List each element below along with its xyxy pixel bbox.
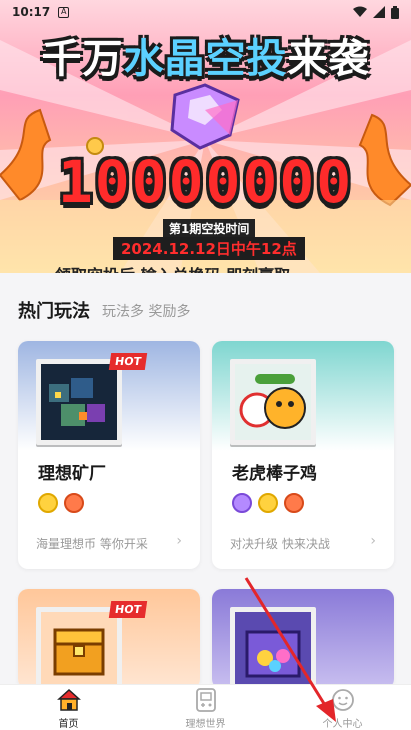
card-description: 对决升级 快来决战 [230, 537, 330, 551]
nav-world[interactable]: 理想世界 [137, 685, 274, 730]
purple-crystal-icon [232, 493, 252, 513]
nav-label: 首页 [58, 719, 79, 730]
tiger-game-thumbnail [230, 359, 316, 445]
promo-banner[interactable]: 千万水晶空投来袭 10000000 第1期空投时间 2024.12.12日中午1… [0, 0, 411, 273]
crystal-icon [170, 83, 240, 150]
nav-profile[interactable]: 个人中心 [274, 685, 411, 730]
status-bar: 10:17 A [0, 0, 411, 24]
section-title: 热门玩法 [18, 301, 90, 322]
gold-coin-icon [38, 493, 58, 513]
home-icon [56, 688, 81, 711]
banner-period-label: 第1期空投时间 [163, 219, 256, 238]
bottom-navigation: 首页 理想世界 个人中心 [0, 684, 411, 730]
nav-label: 个人中心 [322, 719, 363, 730]
reward-icons [232, 493, 304, 513]
battery-icon [391, 5, 399, 19]
crystal-box-thumbnail [230, 607, 316, 689]
hot-badge: HOT [108, 353, 148, 370]
gamepad-icon [195, 688, 216, 712]
banner-title: 千万水晶空投来袭 [41, 36, 370, 82]
game-card-tiger[interactable]: 老虎棒子鸡 对决升级 快来决战 › [212, 341, 394, 569]
red-envelope-icon [64, 493, 84, 513]
banner-scroll-text: 领取空投后 输入兑换码 即刻赢取 [55, 262, 290, 273]
section-subtitle: 玩法多 奖励多 [102, 304, 191, 320]
app-notification-icon: A [58, 6, 70, 18]
smiley-icon [331, 689, 354, 711]
hot-badge: HOT [108, 601, 148, 618]
treasure-chest-thumbnail [36, 607, 122, 689]
banner-date: 2024.12.12日中午12点 [113, 237, 305, 260]
chevron-right-icon: › [176, 533, 182, 549]
gold-coin-icon [258, 493, 278, 513]
mine-game-thumbnail [36, 359, 122, 445]
card-description: 海量理想币 等你开采 [36, 537, 148, 551]
game-card-treasure[interactable]: HOT [18, 589, 200, 689]
card-title: 理想矿厂 [38, 464, 106, 484]
nav-home[interactable]: 首页 [0, 685, 137, 730]
nav-label: 理想世界 [185, 719, 226, 730]
wifi-icon [353, 6, 367, 17]
game-card-mine[interactable]: HOT 理想矿厂 海量理想币 等你开采 › [18, 341, 200, 569]
reward-icons [38, 493, 84, 513]
chevron-right-icon: › [370, 533, 376, 549]
status-time: 10:17 [12, 5, 51, 19]
banner-amount: 10000000 [57, 148, 354, 216]
signal-icon [373, 6, 385, 18]
game-card-crystal[interactable] [212, 589, 394, 689]
red-envelope-icon [284, 493, 304, 513]
card-title: 老虎棒子鸡 [232, 464, 317, 484]
